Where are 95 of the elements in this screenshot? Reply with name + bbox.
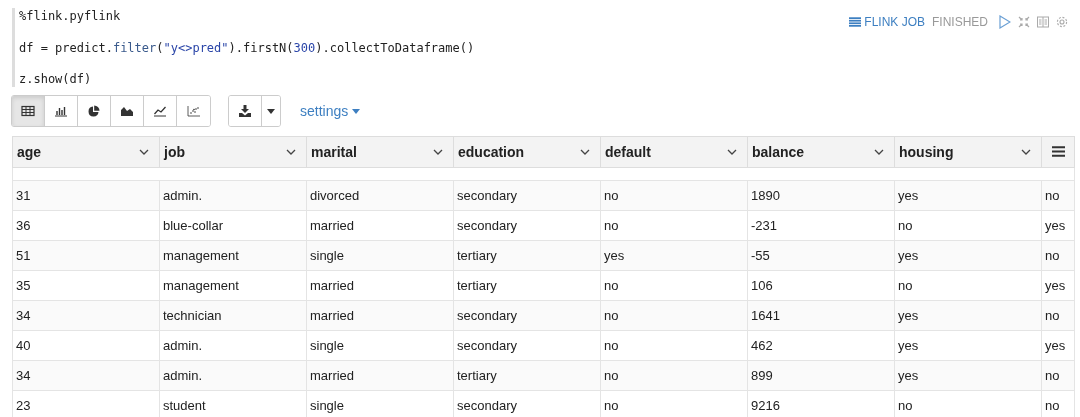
table-cell: tertiary	[453, 270, 601, 301]
table-cell: 34	[12, 300, 160, 331]
table-cell: married	[306, 210, 454, 241]
bar-chart-icon	[54, 105, 68, 117]
table-cell: -231	[747, 210, 895, 241]
table-cell: management	[159, 240, 307, 271]
list-icon	[849, 17, 862, 27]
column-title: balance	[752, 144, 805, 160]
table-cell: 40	[12, 330, 160, 361]
area-chart-icon	[120, 105, 134, 117]
table-cell: yes	[1041, 210, 1075, 241]
column-title: marital	[311, 144, 357, 160]
table-cell: no	[894, 210, 1042, 241]
table-cell: admin.	[159, 360, 307, 391]
table-cell: 35	[12, 270, 160, 301]
column-header[interactable]: education	[453, 136, 601, 168]
table-cell: tertiary	[453, 360, 601, 391]
table-cell: blue-collar	[159, 210, 307, 241]
table-cell: 462	[747, 330, 895, 361]
chevron-icon[interactable]	[580, 149, 590, 155]
code-line: %flink.pyflink	[19, 8, 122, 24]
code-line: z.show(df)	[19, 71, 93, 87]
table-cell: 34	[12, 360, 160, 391]
table-cell: no	[894, 270, 1042, 301]
chevron-icon[interactable]	[727, 149, 737, 155]
table-cell: 1890	[747, 180, 895, 211]
table-cell: no	[600, 330, 748, 361]
code-line: df = predict.filter("y<>pred").firstN(300).collectToDataframe()	[19, 39, 475, 56]
table-cell: no	[600, 270, 748, 301]
column-header[interactable]: default	[600, 136, 748, 168]
scatter-chart-icon	[186, 105, 201, 117]
table-cell: yes	[1041, 270, 1075, 301]
table-cell: divorced	[306, 180, 454, 211]
column-header[interactable]: balance	[747, 136, 895, 168]
table-view-button[interactable]	[12, 96, 45, 126]
column-title: age	[17, 144, 42, 160]
settings-link[interactable]: settings	[300, 103, 361, 119]
table-chart-icon	[21, 105, 35, 117]
table-cell: yes	[894, 330, 1042, 361]
table-cell: -55	[747, 240, 895, 271]
table-cell: secondary	[453, 180, 601, 211]
column-menu-button[interactable]	[1041, 136, 1075, 168]
table-cell: 23	[12, 390, 160, 417]
table-cell: secondary	[453, 300, 601, 331]
job-status: FINISHED	[932, 15, 988, 29]
run-icon[interactable]	[999, 15, 1011, 29]
table-cell: yes	[894, 180, 1042, 211]
column-header[interactable]: marital	[306, 136, 454, 168]
column-header[interactable]: housing	[894, 136, 1042, 168]
table-cell: married	[306, 270, 454, 301]
table-cell: no	[600, 180, 748, 211]
chevron-icon[interactable]	[1021, 149, 1031, 155]
table-cell: 31	[12, 180, 160, 211]
download-button[interactable]	[229, 96, 262, 126]
table-cell: admin.	[159, 330, 307, 361]
column-title: housing	[899, 144, 954, 160]
table-cell: secondary	[453, 330, 601, 361]
table-cell: technician	[159, 300, 307, 331]
menu-icon	[1051, 146, 1065, 157]
table-cell: single	[306, 330, 454, 361]
caret-icon	[267, 108, 275, 114]
table-cell: single	[306, 240, 454, 271]
chevron-icon[interactable]	[286, 149, 296, 155]
table-cell: 899	[747, 360, 895, 391]
line-chart-icon	[153, 105, 167, 117]
table-cell: yes	[600, 240, 748, 271]
table-cell: yes	[894, 300, 1042, 331]
table-cell: 106	[747, 270, 895, 301]
pie-chart-icon	[87, 105, 101, 117]
table-cell: yes	[1041, 330, 1075, 361]
table-cell: yes	[894, 240, 1042, 271]
table-cell: tertiary	[453, 240, 601, 271]
table-cell: secondary	[453, 210, 601, 241]
table-cell: admin.	[159, 180, 307, 211]
column-title: education	[458, 144, 525, 160]
table-cell: no	[600, 210, 748, 241]
chevron-icon[interactable]	[139, 149, 149, 155]
column-header[interactable]: age	[12, 136, 160, 168]
table-cell: 36	[12, 210, 160, 241]
table-cell: married	[306, 300, 454, 331]
caret-icon	[352, 108, 361, 114]
download-icon	[238, 105, 252, 117]
flink-job-link[interactable]: FLINK JOB	[849, 15, 925, 29]
column-title: job	[164, 144, 185, 160]
column-header[interactable]: job	[159, 136, 307, 168]
table-cell: no	[600, 360, 748, 391]
chevron-icon[interactable]	[874, 149, 884, 155]
table-cell: 51	[12, 240, 160, 271]
table-cell: married	[306, 360, 454, 391]
table-cell: yes	[894, 360, 1042, 391]
table-cell: no	[600, 300, 748, 331]
table-cell: management	[159, 270, 307, 301]
table-cell: 1641	[747, 300, 895, 331]
chevron-icon[interactable]	[433, 149, 443, 155]
column-title: default	[605, 144, 651, 160]
